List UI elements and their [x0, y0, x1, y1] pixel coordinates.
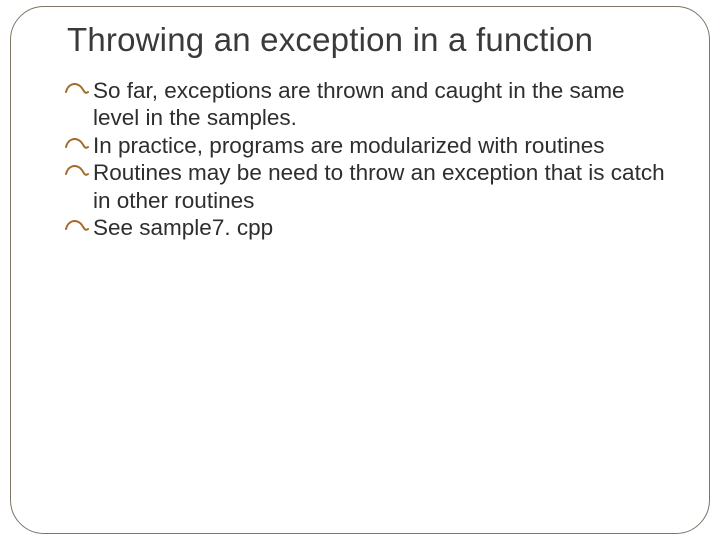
bullet-text: In practice, programs are modularized wi… [93, 133, 604, 158]
swirl-icon [65, 135, 89, 153]
list-item: So far, exceptions are thrown and caught… [67, 77, 671, 132]
swirl-icon [65, 80, 89, 98]
swirl-icon [65, 162, 89, 180]
list-item: See sample7. cpp [67, 214, 671, 241]
list-item: In practice, programs are modularized wi… [67, 132, 671, 159]
bullet-text: So far, exceptions are thrown and caught… [93, 78, 625, 130]
slide-frame: Throwing an exception in a function So f… [10, 6, 710, 534]
swirl-icon [65, 217, 89, 235]
slide-title: Throwing an exception in a function [67, 21, 671, 59]
list-item: Routines may be need to throw an excepti… [67, 159, 671, 214]
bullet-text: See sample7. cpp [93, 215, 273, 240]
bullet-text: Routines may be need to throw an excepti… [93, 160, 665, 212]
bullet-list: So far, exceptions are thrown and caught… [67, 77, 671, 242]
